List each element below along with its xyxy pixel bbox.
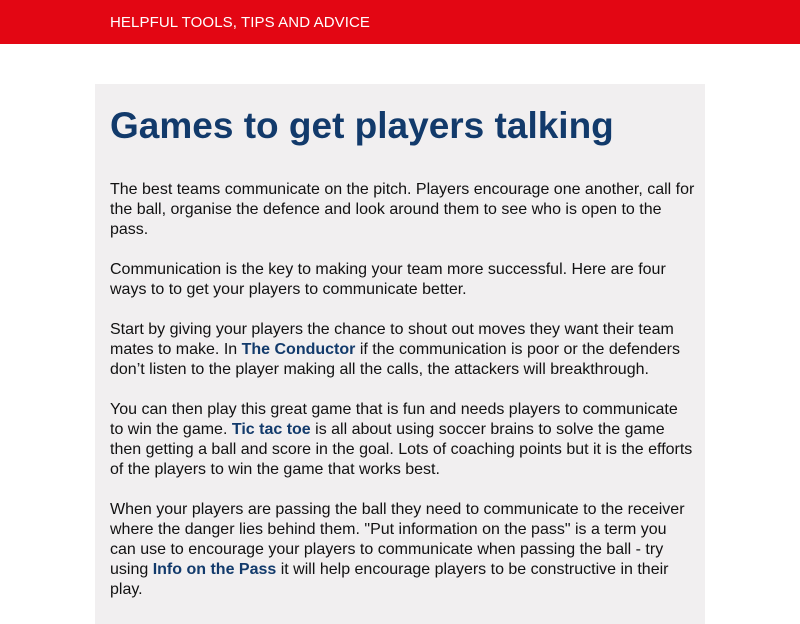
paragraph-key: Communication is the key to making your …	[110, 261, 666, 298]
paragraph-conductor: Start by giving your players the chance …	[110, 320, 695, 380]
article-content: Games to get players talking The best te…	[110, 104, 695, 620]
banner-tagline: HELPFUL TOOLS, TIPS AND ADVICE	[110, 14, 371, 31]
paragraph-tic-tac-toe: You can then play this great game that i…	[110, 400, 695, 480]
link-tic-tac-toe[interactable]: Tic tac toe	[232, 421, 311, 438]
link-info-on-the-pass[interactable]: Info on the Pass	[153, 561, 277, 578]
top-banner: HELPFUL TOOLS, TIPS AND ADVICE	[0, 0, 800, 44]
link-the-conductor[interactable]: The Conductor	[242, 341, 356, 358]
article-card: Games to get players talking The best te…	[95, 84, 705, 624]
paragraph-info-on-pass: When your players are passing the ball t…	[110, 500, 695, 600]
page-title: Games to get players talking	[110, 105, 614, 146]
paragraph-intro: The best teams communicate on the pitch.…	[110, 181, 695, 238]
